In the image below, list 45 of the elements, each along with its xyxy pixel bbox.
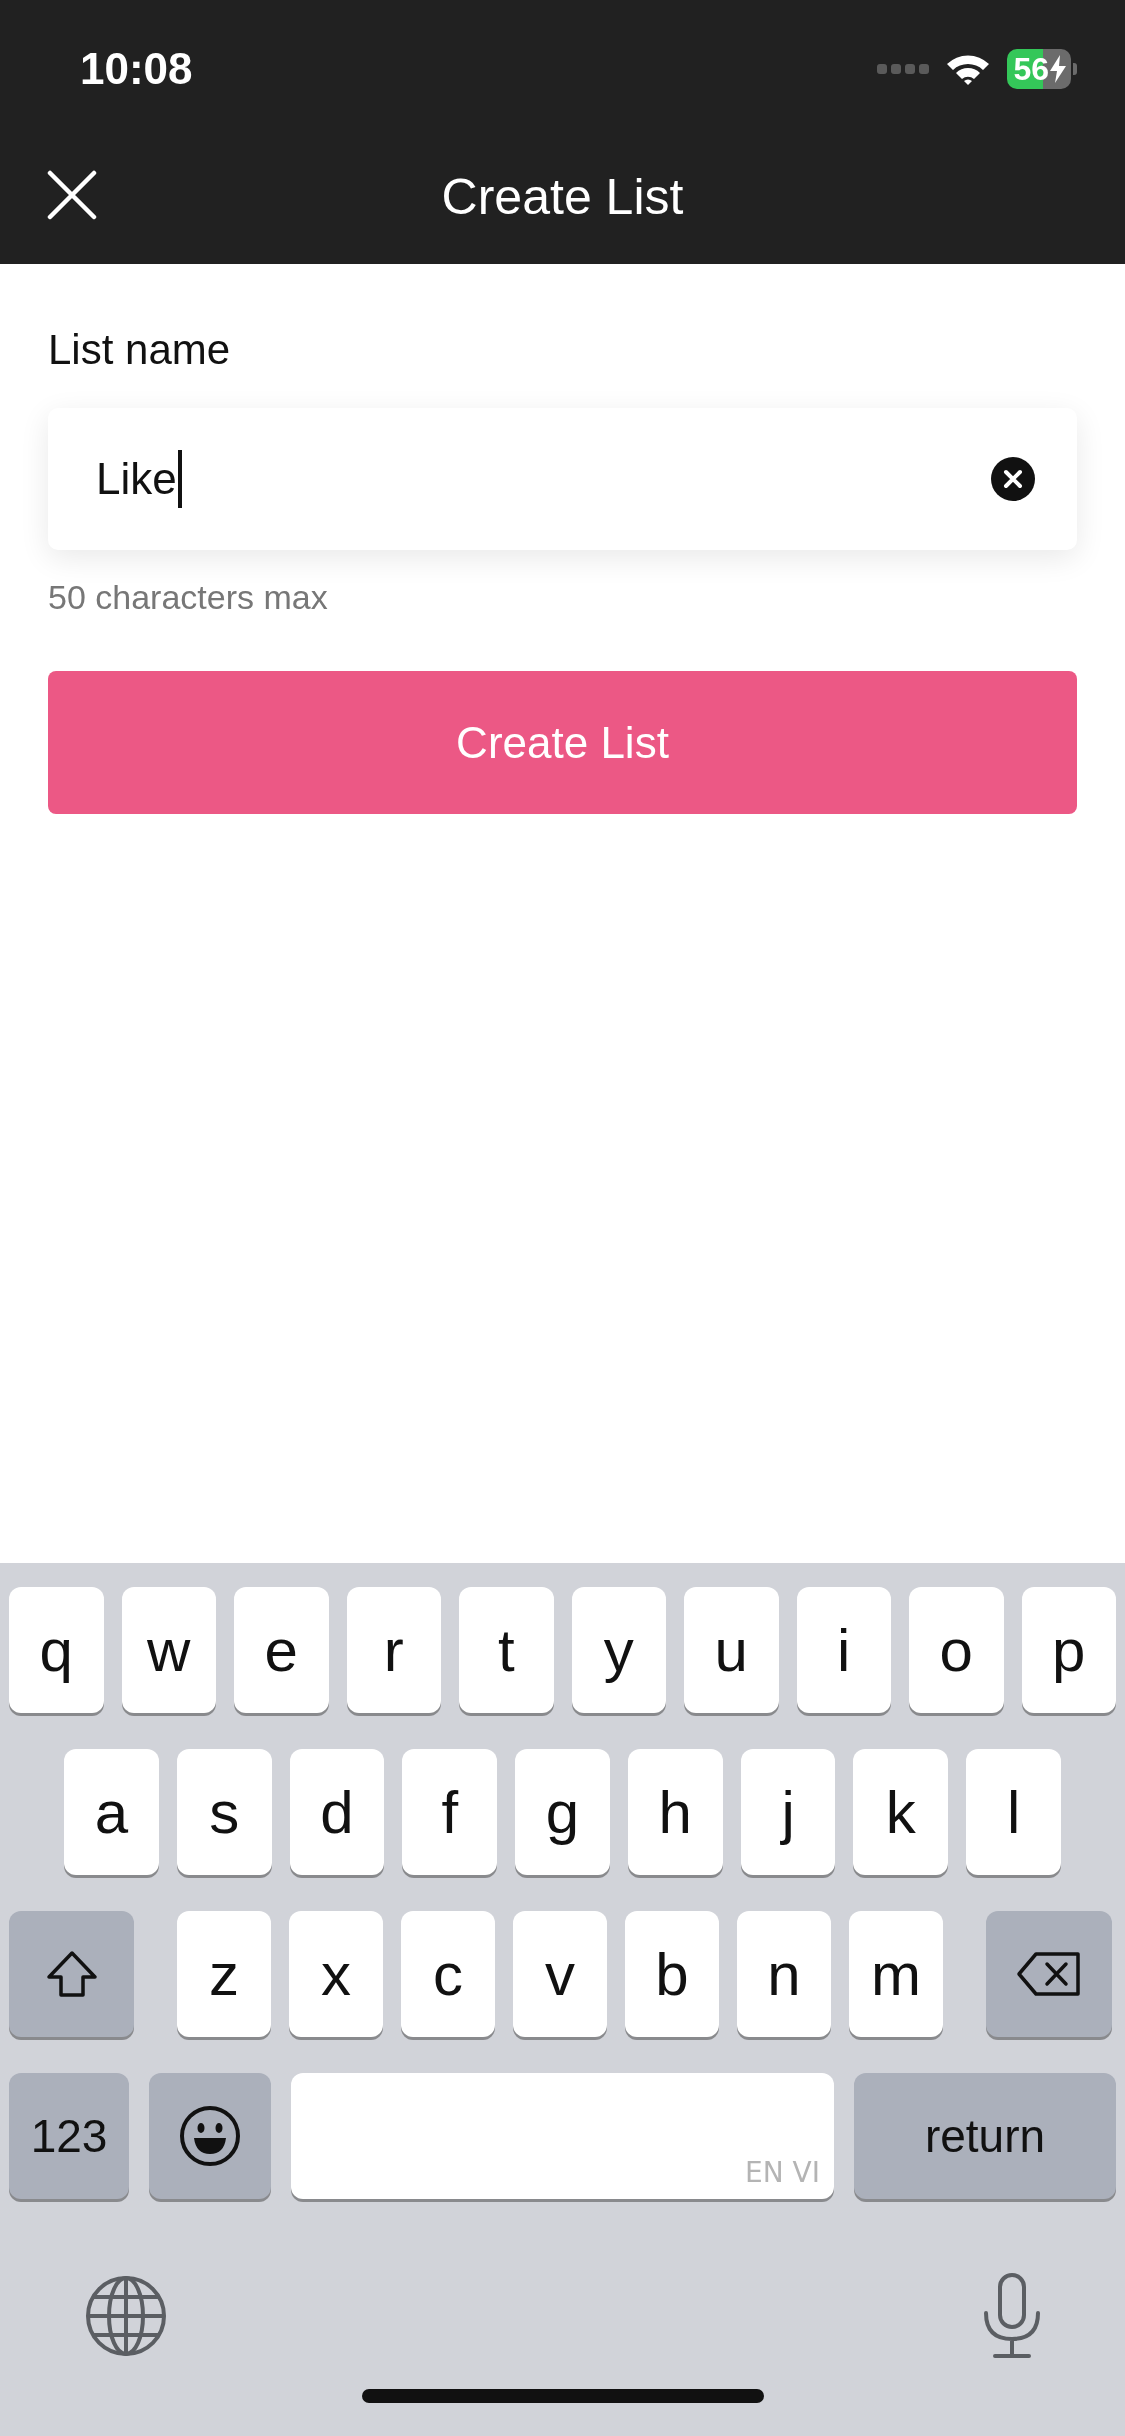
shift-key[interactable] bbox=[9, 1911, 134, 2037]
letter-key[interactable]: m bbox=[849, 1911, 943, 2037]
numbers-key[interactable]: 123 bbox=[9, 2073, 129, 2199]
letter-key[interactable]: e bbox=[234, 1587, 329, 1713]
letter-key[interactable]: v bbox=[513, 1911, 607, 2037]
letter-key[interactable]: q bbox=[9, 1587, 104, 1713]
letter-key[interactable]: o bbox=[909, 1587, 1004, 1713]
status-time: 10:08 bbox=[80, 44, 193, 94]
backspace-icon bbox=[1016, 1951, 1082, 1997]
letter-key[interactable]: s bbox=[176, 1749, 272, 1875]
letter-key[interactable]: g bbox=[515, 1749, 610, 1875]
letter-key[interactable]: i bbox=[796, 1587, 891, 1713]
letter-key[interactable]: p bbox=[1021, 1587, 1116, 1713]
hint-text: 50 characters max bbox=[48, 578, 328, 617]
letter-key[interactable]: r bbox=[346, 1587, 441, 1713]
smiley-icon bbox=[179, 2105, 241, 2167]
letter-key[interactable]: j bbox=[740, 1749, 836, 1875]
close-icon[interactable] bbox=[47, 170, 97, 220]
letter-key[interactable]: u bbox=[684, 1587, 779, 1713]
wifi-icon bbox=[945, 52, 992, 86]
letter-key[interactable]: w bbox=[121, 1587, 216, 1713]
letter-key[interactable]: z bbox=[177, 1911, 271, 2037]
emoji-key[interactable] bbox=[149, 2073, 271, 2199]
letter-key[interactable]: k bbox=[853, 1749, 949, 1875]
field-label: List name bbox=[48, 326, 231, 374]
screen-title: Create List bbox=[441, 168, 684, 226]
letter-key[interactable]: y bbox=[571, 1587, 666, 1713]
letter-key[interactable]: a bbox=[64, 1749, 159, 1875]
letter-key[interactable]: c bbox=[401, 1911, 495, 2037]
letter-key[interactable]: f bbox=[402, 1749, 498, 1875]
return-key[interactable]: return bbox=[854, 2073, 1116, 2199]
letter-key[interactable]: b bbox=[625, 1911, 719, 2037]
microphone-icon[interactable] bbox=[983, 2273, 1041, 2359]
globe-icon[interactable] bbox=[85, 2275, 167, 2357]
clear-icon[interactable] bbox=[991, 457, 1035, 501]
signal-icon bbox=[877, 62, 930, 76]
letter-key[interactable]: t bbox=[459, 1587, 554, 1713]
letter-key[interactable]: x bbox=[289, 1911, 383, 2037]
letter-key[interactable]: l bbox=[966, 1749, 1062, 1875]
list-name-field[interactable]: Like bbox=[48, 408, 1077, 550]
letter-key[interactable]: n bbox=[737, 1911, 831, 2037]
delete-key[interactable] bbox=[986, 1911, 1112, 2037]
shift-icon bbox=[45, 1950, 98, 1998]
letter-key[interactable]: h bbox=[627, 1749, 723, 1875]
letter-key[interactable]: d bbox=[289, 1749, 385, 1875]
